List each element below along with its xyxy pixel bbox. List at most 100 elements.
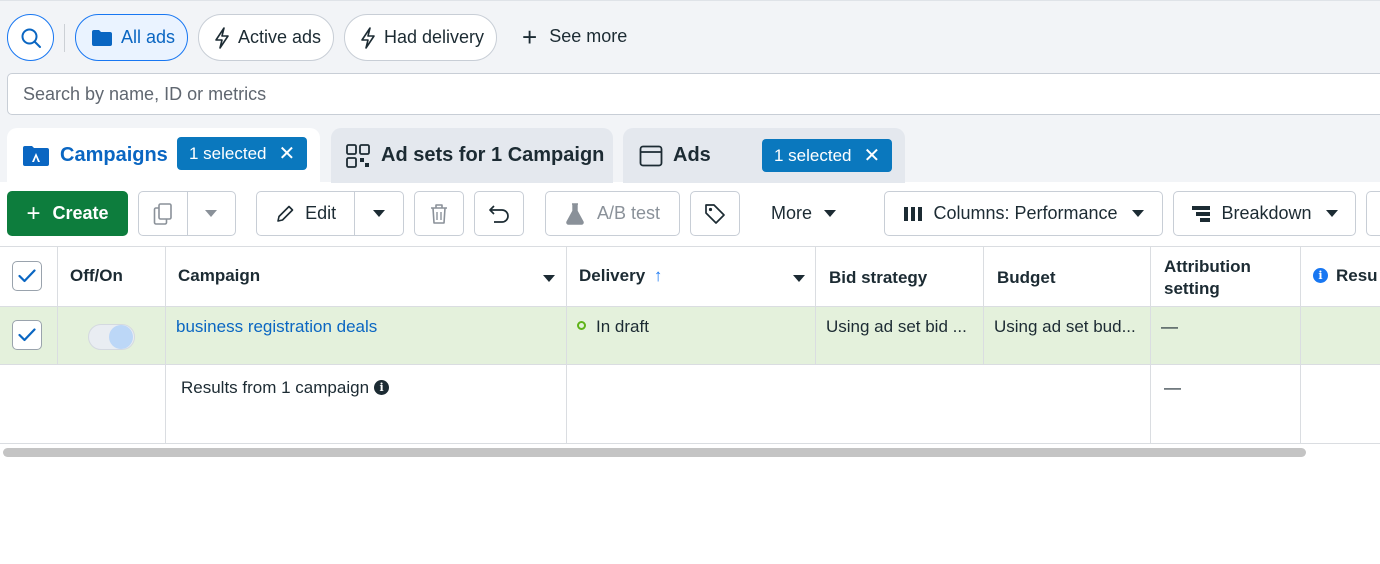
duplicate-dropdown[interactable] xyxy=(188,192,235,235)
filter-had-delivery-label: Had delivery xyxy=(384,27,485,47)
status-dot-icon xyxy=(577,321,586,330)
header-campaign[interactable]: Campaign xyxy=(178,266,260,286)
tab-ads-label: Ads xyxy=(673,144,711,166)
pencil-icon xyxy=(277,205,294,222)
clear-selection-icon[interactable]: ✕ xyxy=(279,141,296,166)
ad-sets-grid-icon xyxy=(346,143,370,168)
ab-test-button[interactable]: A/B test xyxy=(545,191,680,236)
ad-window-icon xyxy=(639,145,663,166)
see-more-label: See more xyxy=(549,26,628,46)
column-divider xyxy=(815,246,816,365)
chevron-down-icon xyxy=(205,210,218,217)
attribution-value: — xyxy=(1161,317,1178,336)
column-divider xyxy=(165,246,166,444)
create-label: Create xyxy=(52,203,109,223)
search-button[interactable] xyxy=(7,14,54,61)
campaigns-selected-pill[interactable]: 1 selected ✕ xyxy=(177,137,308,170)
breakdown-label: Breakdown xyxy=(1221,203,1312,223)
tag-icon xyxy=(705,203,725,224)
ads-selected-pill[interactable]: 1 selected ✕ xyxy=(762,139,893,172)
sort-ascending-icon: ↑ xyxy=(653,266,663,285)
campaign-sort-caret-icon[interactable] xyxy=(543,275,555,282)
summary-row: Results from 1 campaign i — xyxy=(0,365,1380,444)
columns-dropdown[interactable]: Columns: Performance xyxy=(884,191,1163,236)
column-divider xyxy=(566,246,567,444)
header-delivery[interactable]: Delivery ↑ xyxy=(579,266,662,286)
filter-all-ads[interactable]: All ads xyxy=(75,14,188,61)
columns-label: Columns: Performance xyxy=(933,203,1118,223)
table-row[interactable]: business registration deals In draft Usi… xyxy=(0,307,1380,365)
header-attribution-line1: Attribution xyxy=(1164,257,1251,276)
edit-dropdown[interactable] xyxy=(355,192,403,235)
select-all-checkbox[interactable] xyxy=(12,261,42,291)
tab-ads[interactable]: Ads 1 selected ✕ xyxy=(623,128,905,183)
header-attribution-setting[interactable]: Attribution setting xyxy=(1164,257,1251,299)
header-attribution-line2: setting xyxy=(1164,279,1220,298)
duplicate-button[interactable] xyxy=(138,191,236,236)
info-icon[interactable]: i xyxy=(1313,268,1328,283)
column-divider xyxy=(1300,246,1301,444)
horizontal-scrollbar[interactable] xyxy=(3,448,1306,457)
tag-button[interactable] xyxy=(690,191,740,236)
bid-strategy-value: Using ad set bid ... xyxy=(826,317,967,336)
breakdown-icon xyxy=(1192,205,1211,222)
filter-had-delivery[interactable]: Had delivery xyxy=(344,14,497,61)
filter-active-ads[interactable]: Active ads xyxy=(198,14,334,61)
chevron-down-icon xyxy=(1325,210,1338,217)
column-divider xyxy=(57,246,58,365)
summary-label-text: Results from 1 campaign xyxy=(181,378,370,397)
lightning-icon xyxy=(361,26,375,49)
header-delivery-label: Delivery xyxy=(579,266,646,285)
delivery-status-label: In draft xyxy=(596,317,649,336)
column-divider xyxy=(1150,246,1151,444)
trash-icon xyxy=(431,203,447,224)
header-results-label: Resu xyxy=(1336,266,1378,285)
breakdown-dropdown[interactable]: Breakdown xyxy=(1173,191,1356,236)
chip-divider xyxy=(64,24,65,52)
see-more-button[interactable]: + See more xyxy=(522,24,628,50)
filter-active-ads-label: Active ads xyxy=(238,27,322,47)
checkmark-icon xyxy=(18,328,36,342)
folder-icon xyxy=(92,29,112,46)
undo-icon xyxy=(489,204,509,223)
header-budget[interactable]: Budget xyxy=(997,268,1056,288)
create-button[interactable]: + Create xyxy=(7,191,128,236)
tab-ad-sets-label: Ad sets for 1 Campaign xyxy=(381,144,605,166)
ab-test-label: A/B test xyxy=(596,203,661,223)
toggle-knob xyxy=(109,325,133,349)
edit-button[interactable]: Edit xyxy=(257,192,354,235)
delivery-sort-caret-icon[interactable] xyxy=(793,275,805,282)
budget-value: Using ad set bud... xyxy=(994,317,1136,336)
campaigns-selected-label: 1 selected xyxy=(189,143,267,163)
more-label: More xyxy=(771,203,813,223)
search-placeholder: Search by name, ID or metrics xyxy=(23,83,267,104)
tab-campaigns[interactable]: Campaigns 1 selected ✕ xyxy=(7,128,320,183)
duplicate-segment[interactable] xyxy=(139,192,187,235)
search-icon xyxy=(21,28,41,48)
header-bid-strategy[interactable]: Bid strategy xyxy=(829,268,927,288)
header-off-on[interactable]: Off/On xyxy=(70,266,123,286)
tab-ad-sets[interactable]: Ad sets for 1 Campaign xyxy=(331,128,613,183)
header-results[interactable]: i Resu xyxy=(1313,266,1378,286)
chevron-down-icon xyxy=(1131,210,1144,217)
summary-label: Results from 1 campaign i xyxy=(181,378,390,398)
plus-icon: + xyxy=(26,199,41,227)
campaign-name-link[interactable]: business registration deals xyxy=(176,317,377,337)
undo-button[interactable] xyxy=(474,191,524,236)
delivery-status: In draft xyxy=(577,317,649,337)
table-header: Off/On Campaign Delivery ↑ Bid strategy … xyxy=(0,246,1380,307)
campaign-toggle[interactable] xyxy=(88,324,135,350)
chevron-down-icon xyxy=(824,210,837,217)
search-input[interactable]: Search by name, ID or metrics xyxy=(7,73,1380,115)
edit-label: Edit xyxy=(305,203,337,223)
toolbar-overflow-button[interactable] xyxy=(1366,191,1380,236)
row-checkbox[interactable] xyxy=(12,320,42,350)
delete-button[interactable] xyxy=(414,191,464,236)
checkmark-icon xyxy=(18,269,36,283)
clear-selection-icon[interactable]: ✕ xyxy=(864,143,881,168)
info-icon[interactable]: i xyxy=(374,380,390,395)
flask-icon xyxy=(566,202,584,225)
more-dropdown[interactable]: More xyxy=(771,203,837,224)
lightning-icon xyxy=(215,26,229,49)
edit-button-group[interactable]: Edit xyxy=(256,191,404,236)
